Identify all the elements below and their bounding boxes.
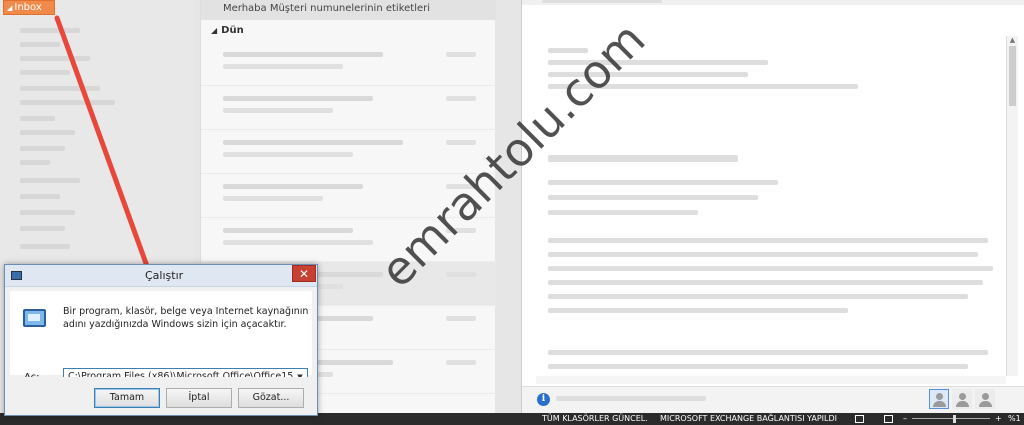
run-program-icon [23, 309, 46, 327]
folder-item[interactable] [20, 100, 115, 105]
folder-item[interactable] [20, 42, 60, 47]
dialog-title-bar[interactable]: Çalıştır ✕ [5, 265, 317, 287]
message-item-selected[interactable]: Merhaba Müşteri numunelerinin etiketleri [201, 0, 496, 20]
folder-item[interactable] [20, 116, 55, 121]
collapse-triangle-icon: ◢ [211, 26, 218, 35]
message-item[interactable] [201, 218, 496, 262]
message-item[interactable] [201, 130, 496, 174]
message-body-line [548, 72, 748, 77]
cancel-button[interactable]: İptal [166, 388, 232, 408]
message-sender-line [548, 155, 738, 162]
dialog-title: Çalıştır [145, 269, 184, 282]
zoom-in-icon[interactable]: + [995, 413, 1002, 425]
folder-item[interactable] [20, 244, 70, 249]
zoom-out-icon[interactable]: – [903, 413, 907, 425]
folder-item[interactable] [20, 146, 65, 151]
people-pane-bar: i [522, 386, 1024, 413]
message-body-line [548, 238, 988, 243]
zoom-slider[interactable] [912, 418, 990, 419]
contact-view-button[interactable] [975, 389, 995, 409]
zoom-slider-knob[interactable] [953, 415, 956, 423]
message-body-line [548, 195, 758, 200]
message-body-line [548, 294, 968, 299]
info-icon[interactable]: i [537, 393, 550, 406]
message-body-line [548, 60, 768, 65]
scrollbar-thumb[interactable] [1009, 46, 1016, 106]
folder-item[interactable] [20, 226, 65, 231]
run-window-icon [11, 271, 22, 280]
message-body-line [548, 180, 778, 185]
message-item[interactable] [201, 174, 496, 218]
person-icon [936, 393, 943, 400]
sync-status: TÜM KLASÖRLER GÜNCEL. [542, 414, 648, 423]
message-body-line [548, 84, 858, 89]
dialog-body: Bir program, klasör, belge veya Internet… [10, 291, 312, 386]
message-body-line [548, 364, 968, 369]
group-header[interactable]: ◢ Dün [211, 25, 244, 36]
folder-item[interactable] [20, 178, 80, 183]
message-body-line [548, 210, 698, 215]
message-item[interactable] [201, 42, 496, 86]
normal-view-icon[interactable] [855, 415, 864, 423]
close-button[interactable]: ✕ [292, 265, 316, 282]
group-icon [959, 393, 966, 400]
message-item[interactable] [201, 86, 496, 130]
browse-button[interactable]: Gözat... [238, 388, 304, 408]
folder-item[interactable] [20, 130, 75, 135]
folder-item[interactable] [20, 56, 90, 61]
message-body-line [548, 266, 993, 271]
reading-pane: ▲ i [521, 0, 1024, 413]
folder-item-inbox[interactable]: ◢ Inbox [3, 0, 55, 15]
folder-item[interactable] [20, 160, 50, 165]
person-view-button[interactable] [929, 389, 949, 409]
dialog-buttons: Tamam İptal Gözat... [5, 377, 317, 415]
chevron-down-icon: ◢ [7, 4, 13, 12]
message-body-line [548, 350, 988, 355]
message-body-line [548, 252, 978, 257]
zoom-level[interactable]: %1 [1008, 413, 1021, 425]
folder-item[interactable] [20, 28, 80, 33]
ok-button[interactable]: Tamam [94, 388, 160, 408]
vertical-scrollbar[interactable]: ▲ [1006, 36, 1018, 376]
folder-item[interactable] [20, 210, 75, 215]
people-summary [556, 396, 706, 401]
inbox-label: Inbox [14, 2, 42, 13]
horizontal-scrollbar[interactable] [536, 376, 1006, 384]
message-body-line [548, 280, 983, 285]
contact-icon [982, 393, 989, 400]
run-dialog: Çalıştır ✕ Bir program, klasör, belge ve… [4, 264, 318, 416]
dialog-description: Bir program, klasör, belge veya Internet… [63, 306, 309, 330]
group-label: Dün [221, 25, 244, 36]
connection-status: MICROSOFT EXCHANGE BAĞLANTISI YAPILDI [660, 414, 838, 423]
message-body-line [548, 48, 588, 53]
folder-item[interactable] [20, 194, 60, 199]
folder-item[interactable] [20, 70, 70, 75]
message-body-line [548, 308, 848, 313]
message-subject: Merhaba Müşteri numunelerinin etiketleri [223, 3, 431, 14]
folder-item[interactable] [20, 86, 100, 91]
message-from [542, 0, 662, 3]
scroll-up-icon[interactable]: ▲ [1007, 36, 1018, 44]
reading-view-icon[interactable] [884, 415, 893, 423]
group-view-button[interactable] [952, 389, 972, 409]
